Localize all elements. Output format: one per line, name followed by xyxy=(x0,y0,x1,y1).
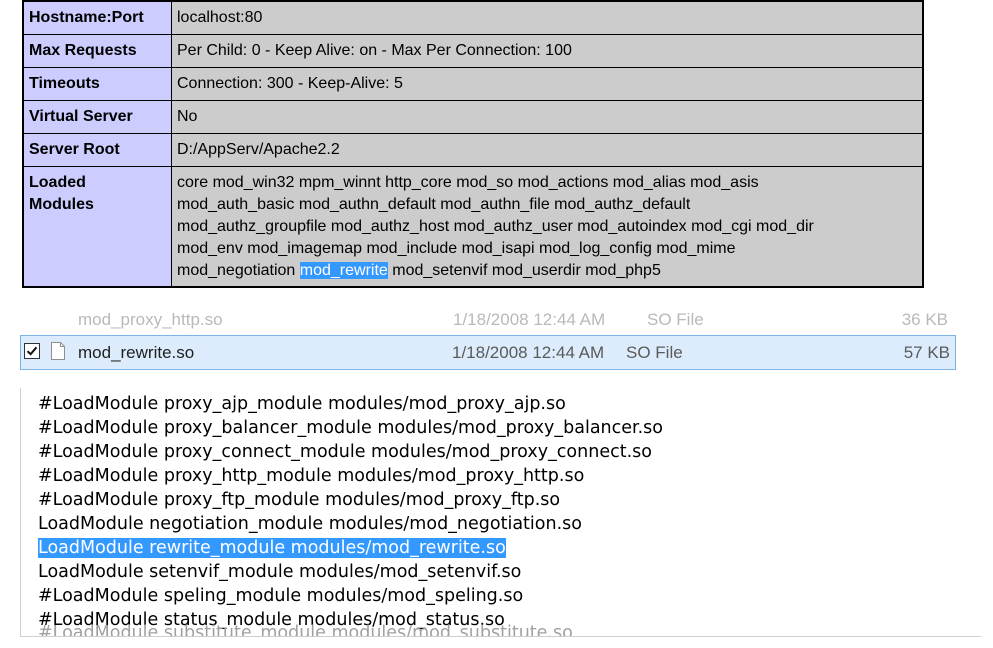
selected-text-rewrite-module[interactable]: LoadModule rewrite_module modules/mod_re… xyxy=(38,538,506,558)
table-row: Timeouts Connection: 300 - Keep-Alive: 5 xyxy=(24,68,922,100)
file-row-selected[interactable]: mod_rewrite.so 1/18/2008 12:44 AM SO Fil… xyxy=(20,335,956,370)
file-type: SO File xyxy=(647,312,704,329)
editor-line[interactable]: #LoadModule proxy_ajp_module modules/mod… xyxy=(38,392,566,416)
file-name: mod_rewrite.so xyxy=(78,343,195,362)
row-key-loaded-modules: Loaded Modules xyxy=(24,167,171,286)
editor-line[interactable]: #LoadModule speling_module modules/mod_s… xyxy=(38,584,523,608)
config-text-editor[interactable]: #LoadModule proxy_ajp_module modules/mod… xyxy=(20,388,981,637)
modules-line-1: core mod_win32 mpm_winnt http_core mod_s… xyxy=(177,174,759,191)
editor-line[interactable]: LoadModule negotiation_module modules/mo… xyxy=(38,512,582,536)
selected-text-mod-rewrite[interactable]: mod_rewrite xyxy=(299,262,388,279)
phpinfo-table: Hostname:Port localhost:80 Max Requests … xyxy=(23,1,923,287)
file-size: 57 KB xyxy=(903,343,950,362)
table-row: Hostname:Port localhost:80 xyxy=(24,2,922,34)
editor-line[interactable]: #LoadModule proxy_connect_module modules… xyxy=(38,440,652,464)
table-row-loaded-modules: Loaded Modules core mod_win32 mpm_winnt … xyxy=(24,167,922,286)
file-list-partial-row-clip: mod_proxy_http.so 1/18/2008 12:44 AM SO … xyxy=(20,312,958,334)
editor-line-partial: #LoadModule substitute_module modules/mo… xyxy=(38,624,598,636)
row-value-virtual-server: No xyxy=(172,101,922,133)
checkmark-icon xyxy=(26,346,38,356)
row-key-timeouts: Timeouts xyxy=(24,68,171,100)
modules-line-4: mod_env mod_imagemap mod_include mod_isa… xyxy=(177,240,736,257)
modules-line-5-before: mod_negotiation xyxy=(177,262,300,279)
file-icon xyxy=(51,342,65,360)
file-date: 1/18/2008 12:44 AM xyxy=(453,312,606,329)
row-key-virtual-server: Virtual Server xyxy=(24,101,171,133)
modules-line-5: mod_negotiation mod_rewrite mod_setenvif… xyxy=(177,260,917,282)
modules-line-2: mod_auth_basic mod_authn_default mod_aut… xyxy=(177,196,691,213)
file-row-partial[interactable]: mod_proxy_http.so 1/18/2008 12:44 AM SO … xyxy=(20,312,958,334)
file-name: mod_proxy_http.so xyxy=(78,312,223,329)
row-value-max-requests: Per Child: 0 - Keep Alive: on - Max Per … xyxy=(172,35,922,67)
editor-line[interactable]: LoadModule setenvif_module modules/mod_s… xyxy=(38,560,521,584)
file-date: 1/18/2008 12:44 AM xyxy=(452,343,605,362)
file-select-checkbox[interactable] xyxy=(24,343,40,359)
table-row: Virtual Server No xyxy=(24,101,922,133)
file-type: SO File xyxy=(626,343,683,362)
phpinfo-apache-table: Hostname:Port localhost:80 Max Requests … xyxy=(22,0,924,288)
row-value-server-root: D:/AppServ/Apache2.2 xyxy=(172,134,922,166)
row-value-timeouts: Connection: 300 - Keep-Alive: 5 xyxy=(172,68,922,100)
editor-line[interactable]: #LoadModule proxy_balancer_module module… xyxy=(38,416,663,440)
row-key-server-root: Server Root xyxy=(24,134,171,166)
row-key-hostname-port: Hostname:Port xyxy=(24,2,171,34)
editor-line-partial-text: #LoadModule substitute_module modules/mo… xyxy=(38,624,573,636)
modules-line-3: mod_authz_groupfile mod_authz_host mod_a… xyxy=(177,218,814,235)
table-row: Max Requests Per Child: 0 - Keep Alive: … xyxy=(24,35,922,67)
loaded-label-line2: Modules xyxy=(29,196,94,213)
modules-line-5-after: mod_setenvif mod_userdir mod_php5 xyxy=(387,262,661,279)
loaded-label-line1: Loaded xyxy=(29,174,86,191)
table-row: Server Root D:/AppServ/Apache2.2 xyxy=(24,134,922,166)
editor-line[interactable]: #LoadModule proxy_http_module modules/mo… xyxy=(38,464,584,488)
row-key-max-requests: Max Requests xyxy=(24,35,171,67)
file-size: 36 KB xyxy=(901,312,948,329)
row-value-hostname-port: localhost:80 xyxy=(172,2,922,34)
editor-line-highlighted[interactable]: LoadModule rewrite_module modules/mod_re… xyxy=(38,536,506,560)
row-value-loaded-modules[interactable]: core mod_win32 mpm_winnt http_core mod_s… xyxy=(172,167,922,286)
editor-line[interactable]: #LoadModule proxy_ftp_module modules/mod… xyxy=(38,488,560,512)
